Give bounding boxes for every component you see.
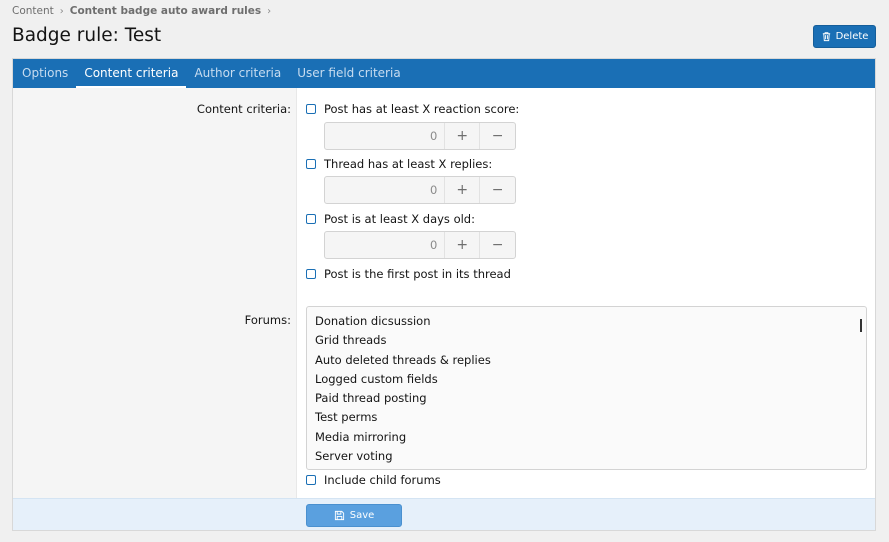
label-column	[13, 88, 297, 498]
trash-icon	[822, 32, 830, 42]
forums-label: Forums:	[244, 313, 291, 327]
decrement-button[interactable]: −	[480, 123, 515, 149]
tab-options[interactable]: Options	[14, 59, 76, 88]
decrement-button[interactable]: −	[480, 177, 515, 203]
list-item[interactable]: Paid thread posting	[315, 390, 866, 409]
list-item[interactable]: Auto deleted threads & replies	[315, 352, 866, 371]
first-post-checkbox[interactable]: Post is the first post in its thread	[306, 267, 511, 281]
increment-button[interactable]: +	[445, 232, 481, 258]
content-criteria-label: Content criteria:	[196, 102, 291, 116]
save-icon	[334, 510, 344, 521]
list-item[interactable]: Test perms	[315, 409, 866, 428]
increment-button[interactable]: +	[445, 123, 481, 149]
delete-button[interactable]: Delete	[813, 25, 876, 48]
days-old-input[interactable]: 0	[325, 232, 446, 258]
decrement-button[interactable]: −	[480, 232, 515, 258]
thread-replies-stepper[interactable]: 0 + −	[324, 176, 516, 204]
reaction-score-input[interactable]: 0	[325, 123, 446, 149]
chevron-right-icon: ›	[267, 5, 272, 17]
first-post-label: Post is the first post in its thread	[324, 267, 511, 281]
thread-replies-checkbox[interactable]: Thread has at least X replies:	[306, 157, 492, 171]
breadcrumb-item-badge-rules[interactable]: Content badge auto award rules	[70, 5, 261, 17]
list-item[interactable]: Server voting	[315, 448, 866, 467]
reaction-score-checkbox[interactable]: Post has at least X reaction score:	[306, 102, 519, 116]
tab-content-criteria[interactable]: Content criteria	[76, 59, 187, 88]
breadcrumb-item-content[interactable]: Content	[12, 5, 54, 17]
form-body: Content criteria: Post has at least X re…	[13, 88, 875, 498]
list-item[interactable]: Logged custom fields	[315, 371, 866, 390]
save-button[interactable]: Save	[306, 504, 402, 527]
reaction-score-stepper[interactable]: 0 + −	[324, 122, 516, 150]
scrollbar-thumb[interactable]	[860, 319, 862, 332]
list-item[interactable]: Media mirroring	[315, 429, 866, 448]
checkbox-box[interactable]	[306, 475, 316, 485]
reaction-score-label: Post has at least X reaction score:	[324, 102, 520, 116]
breadcrumb: Content › Content badge auto award rules…	[12, 5, 271, 17]
delete-button-label: Delete	[835, 31, 869, 42]
checkbox-box[interactable]	[306, 269, 316, 279]
thread-replies-input[interactable]: 0	[325, 177, 446, 203]
thread-replies-label: Thread has at least X replies:	[324, 157, 493, 171]
include-child-forums-checkbox[interactable]: Include child forums	[306, 473, 441, 487]
checkbox-box[interactable]	[306, 159, 316, 169]
save-button-label: Save	[349, 510, 375, 521]
list-item[interactable]: Grid threads	[315, 332, 866, 351]
list-item[interactable]: Donation dicsussion	[315, 313, 866, 332]
tab-author-criteria[interactable]: Author criteria	[186, 59, 289, 88]
checkbox-box[interactable]	[306, 104, 316, 114]
include-child-forums-label: Include child forums	[324, 473, 441, 487]
page-title: Badge rule: Test	[12, 25, 162, 46]
tab-user-field-criteria[interactable]: User field criteria	[289, 59, 408, 88]
forums-select-list[interactable]: Donation dicsussion Grid threads Auto de…	[306, 306, 867, 470]
tab-bar: Options Content criteria Author criteria…	[13, 59, 875, 88]
increment-button[interactable]: +	[445, 177, 481, 203]
days-old-label: Post is at least X days old:	[324, 212, 475, 226]
content-panel: Options Content criteria Author criteria…	[12, 58, 876, 531]
chevron-right-icon: ›	[59, 5, 64, 17]
days-old-stepper[interactable]: 0 + −	[324, 231, 516, 259]
checkbox-box[interactable]	[306, 214, 316, 224]
days-old-checkbox[interactable]: Post is at least X days old:	[306, 212, 475, 226]
form-footer: Save	[13, 498, 875, 530]
